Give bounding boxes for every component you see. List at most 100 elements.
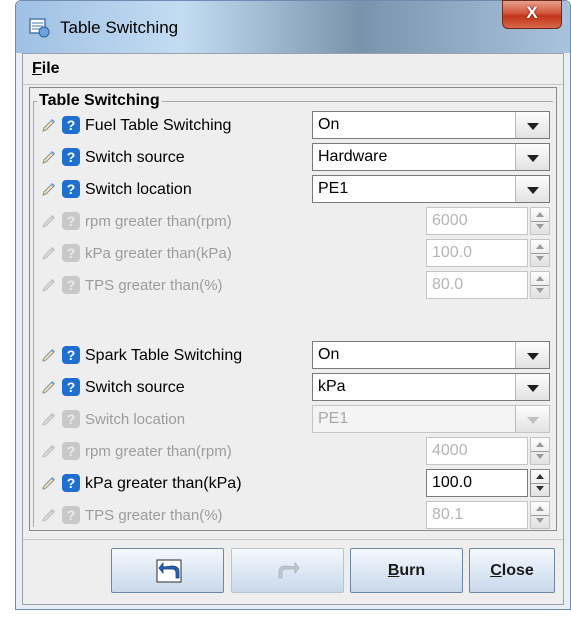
undo-button[interactable] [111,548,224,593]
redo-button[interactable] [231,548,344,593]
setting-label: rpm greater than(rpm) [85,443,232,460]
help-icon[interactable]: ? [62,116,80,134]
spinner-arrows[interactable] [530,239,550,267]
setting-spinner[interactable]: 80.0 [426,271,550,299]
setting-dropdown[interactable]: Hardware [312,143,550,171]
menu-file-label: ile [41,60,60,77]
setting-row: ? Switch source Hardware [30,141,558,173]
setting-row: ? kPa greater than(kPa) 100.0 [30,467,558,499]
setting-row: ? TPS greater than(%) 80.0 [30,269,558,301]
dropdown-button[interactable] [515,342,549,368]
spinner-field[interactable]: 100.0 [426,239,528,267]
help-icon: ? [62,410,80,428]
arrow-up-icon[interactable] [536,212,544,217]
arrow-down-icon[interactable] [536,288,544,293]
setting-dropdown[interactable]: PE1 [312,175,550,203]
arrow-up-icon[interactable] [536,276,544,281]
help-icon[interactable]: ? [62,474,80,492]
spinner-field[interactable]: 80.0 [426,271,528,299]
dropdown-value: PE1 [318,410,349,427]
dropdown-button[interactable] [515,144,549,170]
chevron-down-icon [527,417,539,424]
help-icon[interactable]: ? [62,346,80,364]
setting-dropdown[interactable]: On [312,111,550,139]
setting-dropdown[interactable]: PE1 [312,405,550,433]
dialog-window: Table Switching X File Table Switching ?… [15,0,571,610]
arrow-up-icon[interactable] [536,244,544,249]
chevron-down-icon [527,123,539,130]
setting-label: Switch location [85,411,186,428]
setting-label: rpm greater than(rpm) [85,213,232,230]
help-icon[interactable]: ? [62,148,80,166]
close-button-label: Close [490,562,534,579]
spinner-value: 4000 [432,442,468,459]
spinner-arrows[interactable] [530,501,550,529]
button-bar: Burn Close [23,539,563,602]
spinner-value: 100.0 [432,474,473,491]
edit-pencil-icon [41,380,56,395]
spinner-value: 6000 [432,212,468,229]
dropdown-button[interactable] [515,176,549,202]
setting-label: kPa greater than(kPa) [85,245,232,262]
setting-label: Switch source [85,379,185,396]
spinner-arrows[interactable] [530,271,550,299]
setting-row: ? rpm greater than(rpm) 4000 [30,435,558,467]
setting-row: ? Switch location PE1 [30,403,558,435]
setting-label: kPa greater than(kPa) [85,475,242,492]
spinner-field[interactable]: 100.0 [426,469,528,497]
setting-label: Spark Table Switching [85,347,243,364]
spinner-field[interactable]: 80.1 [426,501,528,529]
arrow-down-icon[interactable] [536,518,544,523]
setting-spinner[interactable]: 4000 [426,437,550,465]
spinner-arrows[interactable] [530,207,550,235]
dropdown-button[interactable] [515,112,549,138]
arrow-down-icon[interactable] [536,256,544,261]
burn-button[interactable]: Burn [350,548,463,593]
arrow-up-icon[interactable] [536,474,544,479]
chevron-down-icon [527,187,539,194]
edit-pencil-icon [41,182,56,197]
close-button[interactable]: Close [469,548,555,593]
spinner-field[interactable]: 6000 [426,207,528,235]
dropdown-button[interactable] [515,406,549,432]
arrow-down-icon[interactable] [536,224,544,229]
edit-pencil-icon [41,214,56,229]
arrow-down-icon[interactable] [536,454,544,459]
setting-spinner[interactable]: 80.1 [426,501,550,529]
spinner-arrows[interactable] [530,469,550,497]
arrow-up-icon[interactable] [536,506,544,511]
title-bar[interactable]: Table Switching X [16,0,570,53]
setting-label: Switch source [85,149,185,166]
help-icon: ? [62,506,80,524]
arrow-up-icon[interactable] [536,442,544,447]
setting-spinner[interactable]: 6000 [426,207,550,235]
setting-dropdown[interactable]: kPa [312,373,550,401]
help-icon: ? [62,244,80,262]
help-icon[interactable]: ? [62,378,80,396]
dropdown-value: On [318,116,340,133]
app-icon [29,18,50,38]
dropdown-value: kPa [318,378,346,395]
edit-pencil-icon [41,508,56,523]
setting-row: ? Switch source kPa [30,371,558,403]
spinner-arrows[interactable] [530,437,550,465]
arrow-down-icon[interactable] [536,486,544,491]
menu-file[interactable]: File [32,60,60,78]
chevron-down-icon [527,353,539,360]
help-icon[interactable]: ? [62,180,80,198]
edit-pencil-icon [41,118,56,133]
setting-spinner[interactable]: 100.0 [426,469,550,497]
dropdown-value: On [318,346,340,363]
burn-button-label: Burn [387,562,426,579]
edit-pencil-icon [41,476,56,491]
dropdown-button[interactable] [515,374,549,400]
group-legend: Table Switching [37,92,162,110]
setting-spinner[interactable]: 100.0 [426,239,550,267]
setting-row: ? Spark Table Switching On [30,339,558,371]
edit-pencil-icon [41,278,56,293]
close-window-button[interactable]: X [502,0,562,29]
setting-dropdown[interactable]: On [312,341,550,369]
setting-row: ? Switch location PE1 [30,173,558,205]
edit-pencil-icon [41,348,56,363]
spinner-field[interactable]: 4000 [426,437,528,465]
